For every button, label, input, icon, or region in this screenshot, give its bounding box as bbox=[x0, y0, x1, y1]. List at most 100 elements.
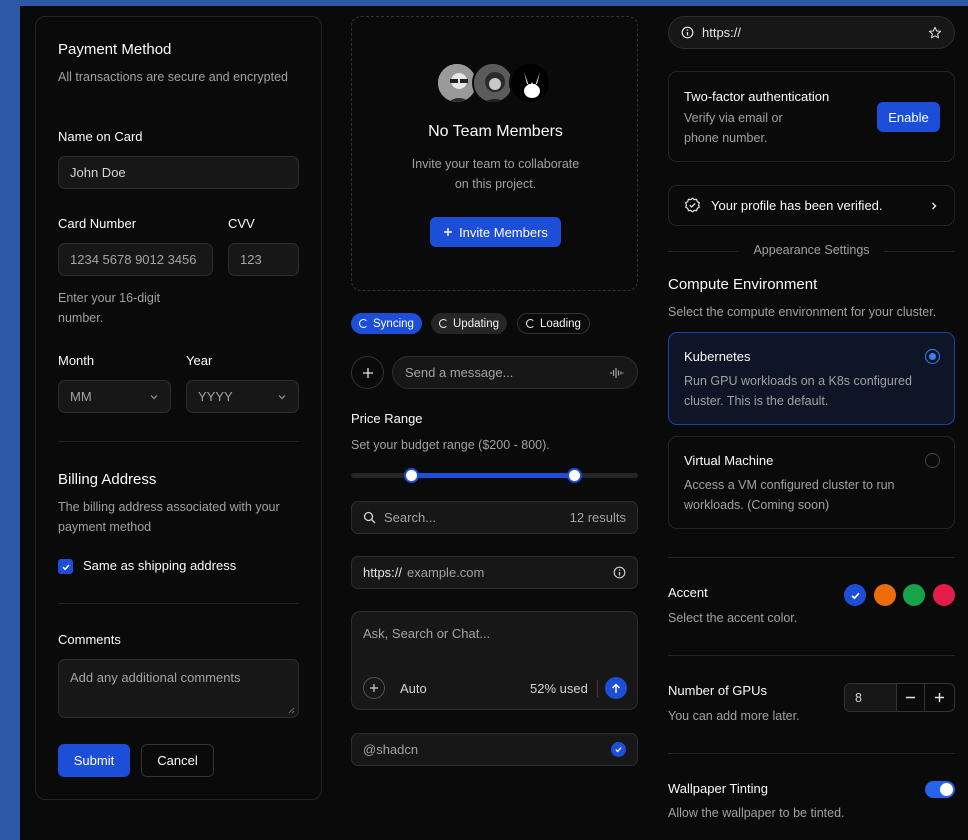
check-icon bbox=[850, 592, 860, 599]
accent-swatch[interactable] bbox=[873, 584, 896, 606]
name-on-card-input[interactable]: John Doe bbox=[58, 156, 299, 189]
compute-option-kubernetes[interactable]: Kubernetes Run GPU workloads on a K8s co… bbox=[668, 332, 955, 425]
price-range-title: Price Range bbox=[351, 411, 423, 426]
gpu-count-input[interactable]: 8 bbox=[845, 684, 897, 711]
payment-subtitle: All transactions are secure and encrypte… bbox=[58, 70, 288, 84]
accent-swatch[interactable] bbox=[844, 584, 866, 606]
chevron-down-icon bbox=[278, 394, 286, 399]
username-input[interactable]: @shadcn bbox=[351, 733, 638, 766]
card-number-hint: Enter your 16-digit number. bbox=[58, 291, 161, 325]
chat-divider bbox=[597, 680, 598, 697]
check-icon bbox=[61, 564, 70, 570]
two-factor-card: Two-factor authentication Verify via ema… bbox=[668, 71, 955, 162]
url-input[interactable]: https:// example.com bbox=[351, 556, 638, 589]
accent-swatch[interactable] bbox=[903, 584, 925, 606]
username-value: @shadcn bbox=[363, 742, 419, 757]
audio-waveform-icon[interactable] bbox=[609, 366, 625, 380]
wallpaper-subtitle: Allow the wallpaper to be tinted. bbox=[668, 806, 845, 820]
compute-option-desc: Access a VM configured cluster to run wo… bbox=[684, 478, 895, 512]
section-divider bbox=[668, 557, 955, 558]
chat-composer[interactable]: Ask, Search or Chat... Auto 52% used bbox=[351, 611, 638, 710]
updating-badge-label: Updating bbox=[453, 317, 500, 330]
spinner-icon bbox=[439, 319, 448, 328]
compute-title: Compute Environment bbox=[668, 276, 818, 293]
chat-mode-selector[interactable]: Auto bbox=[400, 681, 427, 696]
syncing-badge: Syncing bbox=[351, 313, 422, 334]
compute-option-radio[interactable] bbox=[925, 349, 940, 364]
cvv-label: CVV bbox=[228, 216, 255, 231]
year-label: Year bbox=[186, 353, 213, 368]
message-placeholder: Send a message... bbox=[405, 365, 514, 380]
invite-members-button[interactable]: Invite Members bbox=[430, 217, 561, 247]
submit-button[interactable]: Submit bbox=[58, 744, 130, 777]
accent-swatch[interactable] bbox=[932, 584, 955, 606]
card-number-placeholder: 1234 5678 9012 3456 bbox=[70, 252, 197, 267]
chat-add-button[interactable] bbox=[363, 677, 385, 699]
avatar bbox=[472, 62, 514, 104]
comments-label: Comments bbox=[58, 632, 121, 647]
add-attachment-button[interactable] bbox=[351, 356, 384, 389]
avatar bbox=[509, 62, 551, 104]
compute-option-title: Virtual Machine bbox=[684, 453, 774, 468]
payment-title: Payment Method bbox=[58, 41, 172, 58]
two-factor-title: Two-factor authentication bbox=[684, 89, 830, 104]
gpu-stepper: 8 bbox=[844, 683, 955, 712]
same-address-checkbox[interactable] bbox=[58, 559, 73, 574]
plus-icon bbox=[935, 693, 945, 702]
card-number-input[interactable]: 1234 5678 9012 3456 bbox=[58, 243, 213, 276]
chat-usage-text: 52% used bbox=[530, 681, 588, 696]
comments-textarea[interactable]: Add any additional comments bbox=[58, 659, 299, 718]
cancel-button[interactable]: Cancel bbox=[141, 744, 214, 777]
message-input[interactable]: Send a message... bbox=[392, 356, 638, 389]
url-prefix: https:// bbox=[363, 565, 403, 580]
slider-min-thumb[interactable] bbox=[403, 468, 419, 483]
name-on-card-value: John Doe bbox=[70, 165, 126, 180]
section-divider bbox=[58, 441, 299, 442]
chat-send-button[interactable] bbox=[605, 677, 627, 699]
compute-option-radio[interactable] bbox=[925, 453, 940, 468]
star-icon[interactable] bbox=[928, 26, 942, 40]
appearance-settings-separator: Appearance Settings bbox=[753, 243, 870, 257]
info-icon bbox=[681, 26, 694, 39]
person-photo-icon bbox=[474, 64, 512, 102]
month-select[interactable]: MM bbox=[58, 380, 171, 413]
slider-range-fill bbox=[411, 473, 575, 478]
billing-title: Billing Address bbox=[58, 471, 157, 488]
month-label: Month bbox=[58, 353, 95, 368]
loading-badge-label: Loading bbox=[540, 317, 581, 330]
radio-selected-dot bbox=[929, 353, 936, 360]
compute-option-vm[interactable]: Virtual Machine Access a VM configured c… bbox=[668, 436, 955, 529]
section-divider bbox=[668, 753, 955, 754]
gpu-increment-button[interactable] bbox=[925, 684, 954, 711]
search-input[interactable]: Search... 12 results bbox=[351, 501, 638, 534]
plus-icon bbox=[370, 684, 378, 692]
price-range-subtitle: Set your budget range ($200 - 800). bbox=[351, 438, 550, 452]
two-factor-subtitle: Verify via email or phone number. bbox=[684, 111, 783, 145]
wallpaper-tint-toggle[interactable] bbox=[925, 781, 955, 798]
badge-check-icon bbox=[685, 197, 700, 213]
search-icon bbox=[363, 511, 376, 524]
month-value: MM bbox=[70, 389, 92, 404]
rabbit-logo-icon bbox=[511, 64, 549, 102]
toggle-knob bbox=[940, 783, 953, 796]
gpu-decrement-button[interactable] bbox=[897, 684, 926, 711]
year-select[interactable]: YYYY bbox=[186, 380, 299, 413]
compute-subtitle: Select the compute environment for your … bbox=[668, 305, 937, 319]
section-divider bbox=[668, 655, 955, 656]
cvv-input[interactable]: 123 bbox=[228, 243, 299, 276]
browser-url-text: https:// bbox=[702, 25, 742, 40]
chevron-right-icon bbox=[932, 202, 937, 209]
url-placeholder: example.com bbox=[407, 565, 485, 580]
info-icon[interactable] bbox=[613, 566, 626, 579]
team-empty-subtitle: Invite your team to collaborate on this … bbox=[411, 157, 580, 191]
year-value: YYYY bbox=[198, 389, 233, 404]
loading-badge: Loading bbox=[517, 313, 590, 334]
profile-verified-item[interactable]: Your profile has been verified. bbox=[668, 185, 955, 226]
minus-icon bbox=[905, 696, 915, 699]
browser-url-bar[interactable]: https:// bbox=[668, 16, 955, 49]
search-placeholder: Search... bbox=[384, 510, 437, 525]
enable-two-factor-button[interactable]: Enable bbox=[877, 102, 940, 132]
spinner-icon bbox=[526, 319, 535, 328]
resize-grip-icon[interactable] bbox=[287, 706, 295, 714]
plus-icon bbox=[444, 228, 453, 236]
